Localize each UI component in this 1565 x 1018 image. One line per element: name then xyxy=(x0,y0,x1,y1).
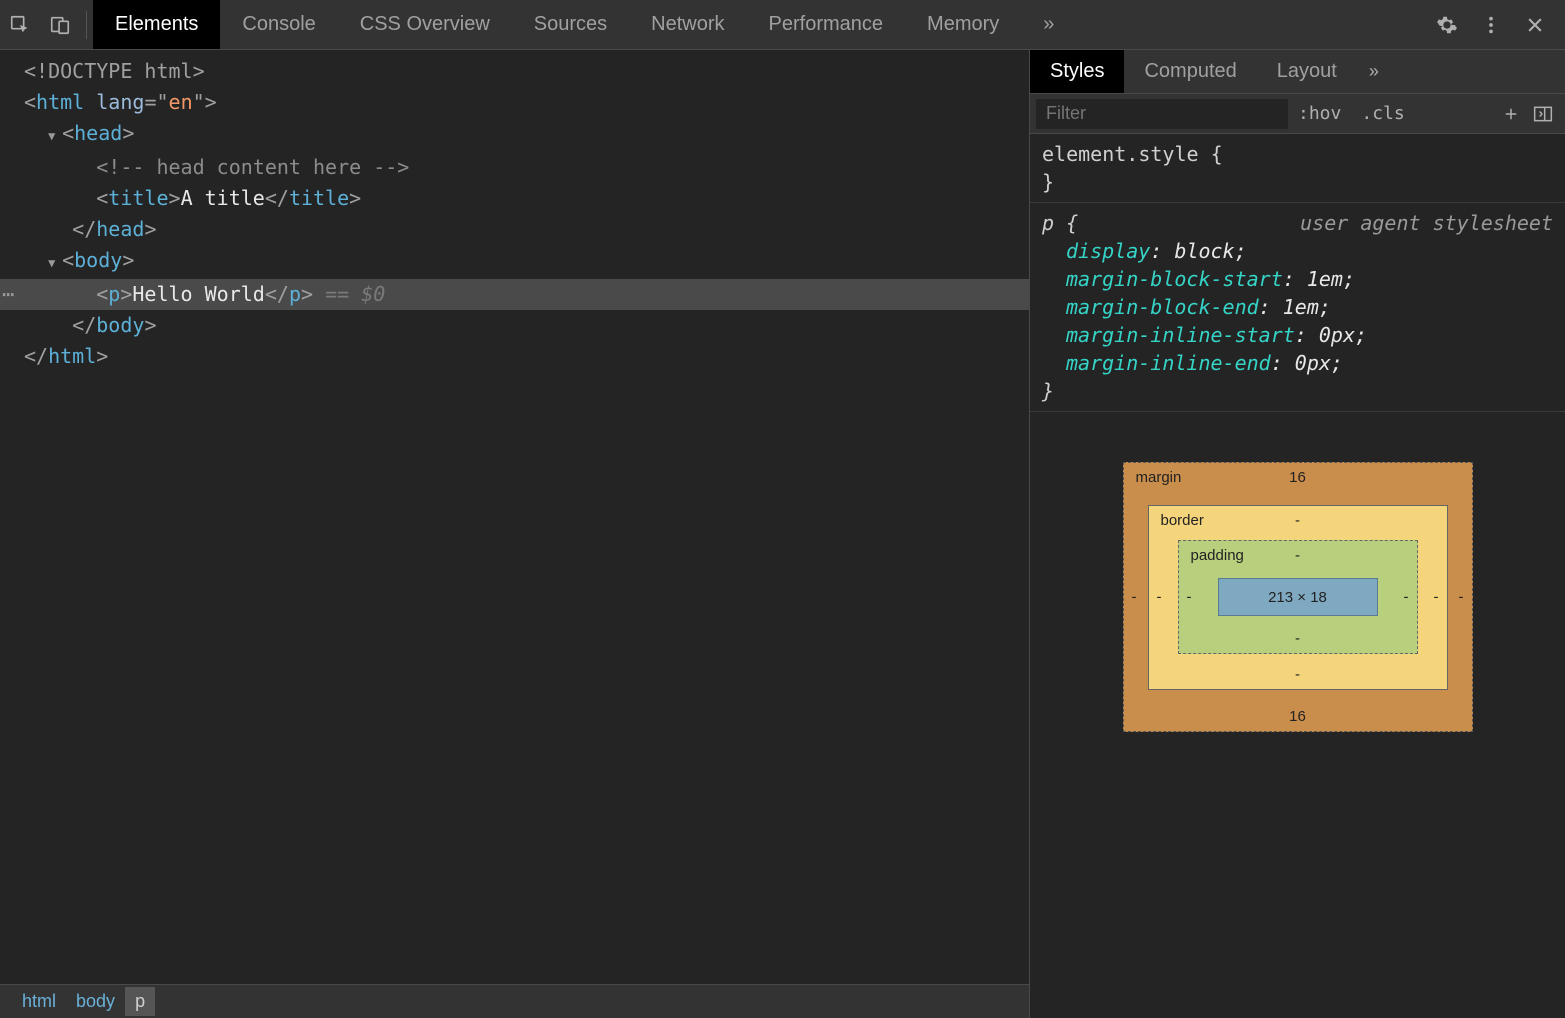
cls-toggle[interactable]: .cls xyxy=(1351,103,1414,124)
border-right-value[interactable]: - xyxy=(1434,589,1439,606)
element-style-selector: element.style { xyxy=(1042,140,1553,168)
border-bottom-value[interactable]: - xyxy=(1295,666,1300,683)
box-model-margin[interactable]: margin 16 16 - - border - - - - padding … xyxy=(1123,462,1473,732)
tab-performance[interactable]: Performance xyxy=(747,0,906,49)
dom-line-p-selected[interactable]: <p>Hello World</p> == $0 xyxy=(0,279,1029,310)
content-dimensions: 213 × 18 xyxy=(1268,589,1327,606)
padding-left-value[interactable]: - xyxy=(1187,589,1192,606)
box-model: margin 16 16 - - border - - - - padding … xyxy=(1030,412,1565,782)
padding-right-value[interactable]: - xyxy=(1404,589,1409,606)
dom-line-html-open[interactable]: <html lang="en"> xyxy=(0,87,1029,118)
new-style-rule-icon[interactable] xyxy=(1495,98,1527,130)
tab-layout[interactable]: Layout xyxy=(1257,50,1357,93)
box-model-border[interactable]: border - - - - padding - - - - 213 × 1 xyxy=(1148,505,1448,690)
tabs-overflow-icon[interactable]: » xyxy=(1021,0,1076,49)
margin-label: margin xyxy=(1136,469,1182,486)
ua-close: } xyxy=(1042,377,1553,405)
crumb-body[interactable]: body xyxy=(66,991,125,1012)
sidebar-tabs: Styles Computed Layout » xyxy=(1030,50,1565,94)
crumb-p[interactable]: p xyxy=(125,987,155,1016)
border-top-value[interactable]: - xyxy=(1295,512,1300,529)
border-label: border xyxy=(1161,512,1204,529)
ua-origin-label: user agent stylesheet xyxy=(1300,209,1553,237)
padding-top-value[interactable]: - xyxy=(1295,547,1300,564)
tab-sources[interactable]: Sources xyxy=(512,0,629,49)
element-style-close: } xyxy=(1042,168,1553,196)
main-toolbar: Elements Console CSS Overview Sources Ne… xyxy=(0,0,1565,50)
margin-right-value[interactable]: - xyxy=(1459,589,1464,606)
toolbar-divider xyxy=(86,11,87,39)
dom-panel: <!DOCTYPE html> <html lang="en"> ▼<head>… xyxy=(0,50,1030,1018)
margin-top-value[interactable]: 16 xyxy=(1289,469,1306,486)
settings-icon[interactable] xyxy=(1425,0,1469,50)
styles-rules: element.style { } p { user agent stylesh… xyxy=(1030,134,1565,1018)
tab-console[interactable]: Console xyxy=(220,0,337,49)
close-icon[interactable] xyxy=(1513,0,1557,50)
dom-line-body-close[interactable]: </body> xyxy=(0,310,1029,341)
hov-toggle[interactable]: :hov xyxy=(1288,103,1351,124)
dom-line-title[interactable]: <title>A title</title> xyxy=(0,183,1029,214)
decl-margin-inline-start[interactable]: margin-inline-start: 0px; xyxy=(1042,321,1553,349)
sidebar-tabs-overflow-icon[interactable]: » xyxy=(1357,61,1391,82)
dom-line-head-open[interactable]: ▼<head> xyxy=(0,118,1029,152)
rule-user-agent-p[interactable]: p { user agent stylesheet display: block… xyxy=(1030,203,1565,412)
dom-line-doctype[interactable]: <!DOCTYPE html> xyxy=(0,56,1029,87)
margin-bottom-value[interactable]: 16 xyxy=(1289,708,1306,725)
dom-line-body-open[interactable]: ▼<body> xyxy=(0,245,1029,279)
tab-computed[interactable]: Computed xyxy=(1124,50,1256,93)
padding-label: padding xyxy=(1191,547,1244,564)
breadcrumb: html body p xyxy=(0,984,1029,1018)
toolbar-right xyxy=(1425,0,1565,50)
decl-display[interactable]: display: block; xyxy=(1042,237,1553,265)
crumb-html[interactable]: html xyxy=(12,991,66,1012)
styles-filter-input[interactable] xyxy=(1036,99,1288,129)
rule-element-style[interactable]: element.style { } xyxy=(1030,134,1565,203)
more-options-icon[interactable] xyxy=(1469,0,1513,50)
inspect-element-icon[interactable] xyxy=(0,0,40,50)
dom-line-head-close[interactable]: </head> xyxy=(0,214,1029,245)
ua-selector: p { xyxy=(1042,211,1078,235)
tab-network[interactable]: Network xyxy=(629,0,746,49)
computed-styles-sidebar-icon[interactable] xyxy=(1527,98,1559,130)
panel-tabs: Elements Console CSS Overview Sources Ne… xyxy=(93,0,1076,49)
dom-line-html-close[interactable]: </html> xyxy=(0,341,1029,372)
tab-styles[interactable]: Styles xyxy=(1030,50,1124,93)
dom-line-head-comment[interactable]: <!-- head content here --> xyxy=(0,152,1029,183)
styles-filter-bar: :hov .cls xyxy=(1030,94,1565,134)
decl-margin-inline-end[interactable]: margin-inline-end: 0px; xyxy=(1042,349,1553,377)
padding-bottom-value[interactable]: - xyxy=(1295,630,1300,647)
tab-css-overview[interactable]: CSS Overview xyxy=(338,0,512,49)
dom-tree[interactable]: <!DOCTYPE html> <html lang="en"> ▼<head>… xyxy=(0,50,1029,984)
border-left-value[interactable]: - xyxy=(1157,589,1162,606)
device-toolbar-icon[interactable] xyxy=(40,0,80,50)
decl-margin-block-start[interactable]: margin-block-start: 1em; xyxy=(1042,265,1553,293)
decl-margin-block-end[interactable]: margin-block-end: 1em; xyxy=(1042,293,1553,321)
box-model-content[interactable]: 213 × 18 xyxy=(1218,578,1378,616)
tab-memory[interactable]: Memory xyxy=(905,0,1021,49)
tab-elements[interactable]: Elements xyxy=(93,0,220,49)
box-model-padding[interactable]: padding - - - - 213 × 18 xyxy=(1178,540,1418,654)
margin-left-value[interactable]: - xyxy=(1132,589,1137,606)
styles-sidebar: Styles Computed Layout » :hov .cls eleme… xyxy=(1030,50,1565,1018)
